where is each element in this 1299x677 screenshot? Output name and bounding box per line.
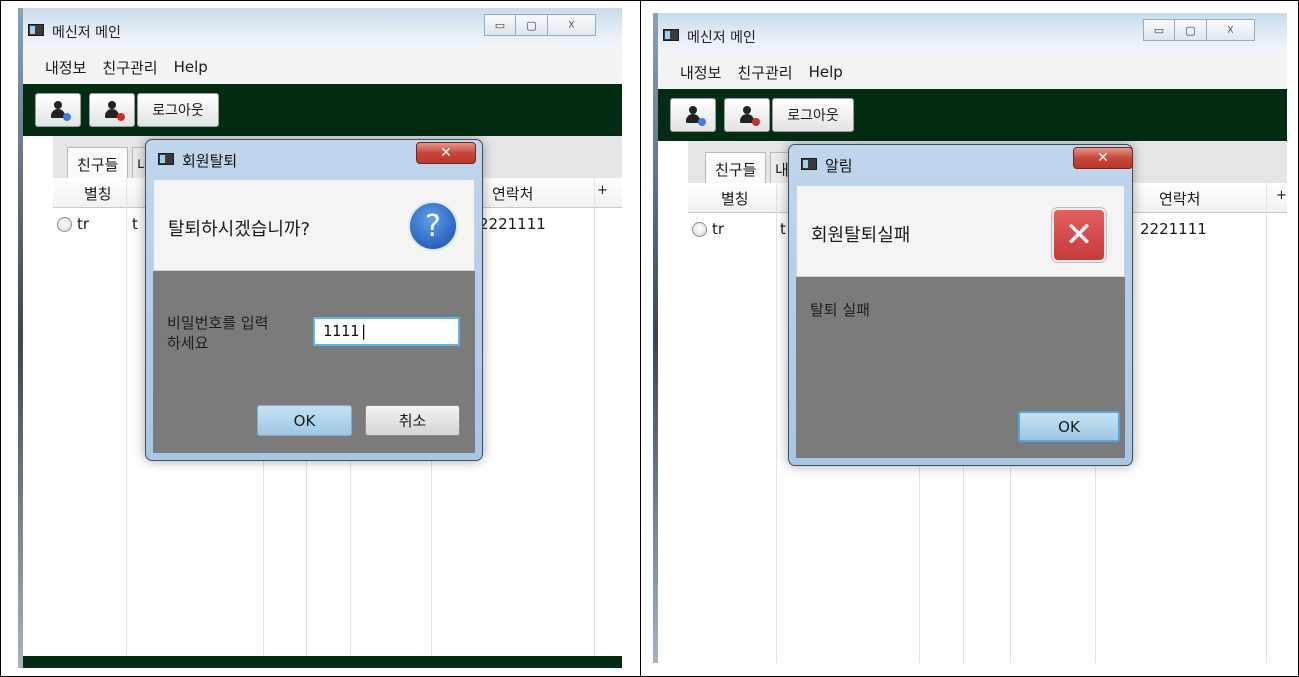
- user-add-icon: [685, 106, 706, 126]
- add-column-icon[interactable]: +: [597, 183, 608, 198]
- ok-button[interactable]: OK: [257, 405, 352, 436]
- cell-contact: 2221111: [479, 215, 546, 233]
- close-button[interactable]: ☓: [1207, 19, 1255, 41]
- user-add-icon: [50, 101, 71, 121]
- column-contact[interactable]: 연락처: [1159, 188, 1200, 209]
- row-radio[interactable]: [57, 217, 72, 232]
- toolbar: 로그아웃: [658, 89, 1287, 141]
- logout-button[interactable]: 로그아웃: [137, 93, 219, 127]
- withdraw-dialog: 회원탈퇴 ✕ 탈퇴하시겠습니까? ? 비밀번호를 입력하세요 1111| OK …: [145, 139, 483, 461]
- password-label: 비밀번호를 입력하세요: [167, 314, 269, 352]
- menu-bar: 내정보 친구관리 Help: [658, 55, 1287, 89]
- toolbar: 로그아웃: [23, 84, 622, 136]
- dialog-body: 탈퇴 실패 OK: [796, 277, 1125, 458]
- tab-friends[interactable]: 친구들: [67, 147, 129, 178]
- maximize-button[interactable]: ▢: [1175, 19, 1207, 41]
- window-title: 메신저 메인: [52, 25, 121, 41]
- column-divider: [126, 178, 127, 656]
- remove-friend-button[interactable]: [724, 98, 770, 132]
- cell-name: t: [780, 220, 786, 238]
- minimize-button[interactable]: ▭: [1143, 19, 1175, 41]
- tab-friends[interactable]: 친구들: [705, 152, 767, 183]
- user-remove-icon: [739, 106, 760, 126]
- menu-friend-management[interactable]: 친구관리: [102, 57, 157, 78]
- cancel-button[interactable]: 취소: [365, 405, 460, 436]
- logout-button[interactable]: 로그아웃: [772, 98, 854, 132]
- menu-friend-management[interactable]: 친구관리: [737, 62, 792, 83]
- error-icon: ✕: [1052, 208, 1106, 262]
- user-remove-icon: [104, 101, 125, 121]
- menu-help[interactable]: Help: [809, 63, 843, 81]
- window-controls: ▭ ▢ ☓: [1143, 19, 1255, 41]
- dialog-header: 회원탈퇴실패 ✕: [796, 185, 1125, 277]
- title-bar[interactable]: 메신저 메인 ▭ ▢ ☓: [18, 8, 622, 50]
- remove-friend-button[interactable]: [89, 93, 135, 127]
- menu-my-info[interactable]: 내정보: [45, 57, 86, 78]
- add-friend-button[interactable]: [670, 98, 716, 132]
- column-divider: [594, 178, 595, 656]
- right-panel: 메신저 메인 ▭ ▢ ☓ 내정보 친구관리 Help 로그아웃 친구들 내 별칭…: [641, 1, 1298, 676]
- dialog-close-button[interactable]: ✕: [1073, 147, 1133, 169]
- title-bar[interactable]: 메신저 메인 ▭ ▢ ☓: [653, 13, 1287, 55]
- window-title: 메신저 메인: [687, 30, 756, 46]
- column-contact[interactable]: 연락처: [492, 183, 533, 204]
- dialog-detail: 탈퇴 실패: [810, 301, 870, 319]
- column-nickname[interactable]: 별칭: [84, 183, 112, 204]
- menu-bar: 내정보 친구관리 Help: [23, 50, 622, 84]
- password-input[interactable]: 1111|: [313, 317, 460, 346]
- dialog-question: 탈퇴하시겠습니까?: [168, 219, 311, 240]
- maximize-button[interactable]: ▢: [516, 14, 548, 36]
- dialog-header: 탈퇴하시겠습니까? ?: [153, 179, 475, 271]
- cell-name: t: [132, 215, 138, 233]
- window-controls: ▭ ▢ ☓: [484, 14, 596, 36]
- close-button[interactable]: ☓: [548, 14, 596, 36]
- column-divider: [776, 183, 777, 663]
- cell-nickname: tr: [77, 215, 90, 233]
- minimize-button[interactable]: ▭: [484, 14, 516, 36]
- column-nickname[interactable]: 별칭: [721, 188, 749, 209]
- question-icon: ?: [408, 201, 458, 251]
- left-panel: 메신저 메인 ▭ ▢ ☓ 내정보 친구관리 Help 로그아웃 친구들 내 별칭…: [1, 1, 640, 676]
- ok-button[interactable]: OK: [1018, 411, 1120, 442]
- cell-contact: 2221111: [1140, 220, 1207, 238]
- dialog-title: 알림: [825, 157, 853, 175]
- app-icon: [663, 29, 679, 41]
- alert-dialog: 알림 ✕ 회원탈퇴실패 ✕ 탈퇴 실패 OK: [788, 144, 1133, 466]
- dialog-body: 비밀번호를 입력하세요 1111| OK 취소: [153, 271, 475, 453]
- add-column-icon[interactable]: +: [1276, 188, 1287, 203]
- status-bar: [23, 656, 622, 668]
- row-radio[interactable]: [692, 222, 707, 237]
- dialog-app-icon: [158, 153, 174, 165]
- add-friend-button[interactable]: [35, 93, 81, 127]
- app-icon: [28, 24, 44, 36]
- dialog-close-button[interactable]: ✕: [416, 142, 476, 164]
- dialog-title: 회원탈퇴: [182, 152, 238, 170]
- dialog-message: 회원탈퇴실패: [811, 225, 911, 246]
- cell-nickname: tr: [712, 220, 725, 238]
- menu-help[interactable]: Help: [174, 58, 208, 76]
- menu-my-info[interactable]: 내정보: [680, 62, 721, 83]
- column-divider: [1266, 183, 1267, 663]
- dialog-app-icon: [801, 158, 817, 170]
